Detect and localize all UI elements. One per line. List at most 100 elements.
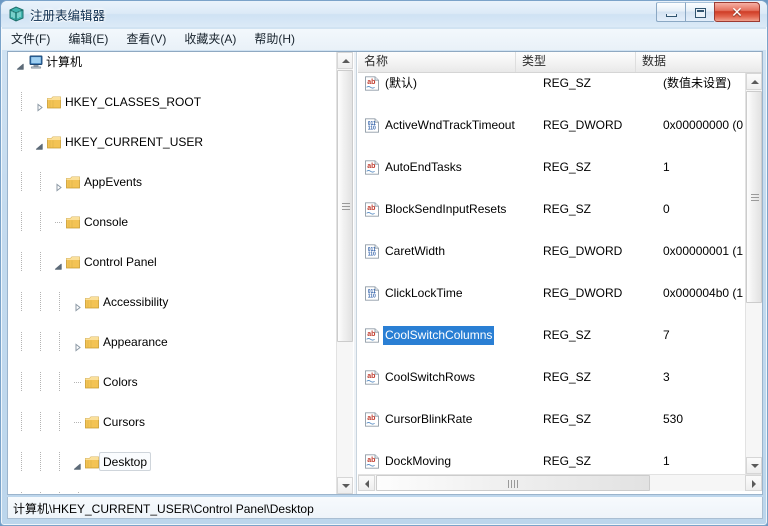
tree-node-360desktoplite[interactable]: 360DesktopLite	[8, 492, 336, 494]
tree-node-hkey-classes-root[interactable]: HKEY_CLASSES_ROOT	[8, 92, 336, 112]
tree-guide-line	[40, 292, 41, 312]
menu-item-favorites[interactable]: 收藏夹(A)	[175, 29, 245, 50]
tree-guide-line	[21, 412, 22, 432]
grip-line	[342, 209, 350, 210]
table-row[interactable]: abBlockSendInputResetsREG_SZ0	[358, 199, 746, 220]
tree-collapse-toggle[interactable]	[16, 58, 25, 67]
column-header-name[interactable]: 名称	[358, 52, 516, 72]
grip-line	[342, 203, 350, 204]
list-scroll-down-button[interactable]	[746, 457, 762, 474]
value-data-cell: 0	[663, 199, 670, 220]
tree-node-control-panel[interactable]: Control Panel	[8, 252, 336, 272]
tree-expand-toggle[interactable]	[35, 98, 44, 107]
tree-collapse-toggle[interactable]	[54, 258, 63, 267]
value-data-cell: 0x00000000 (0	[663, 115, 743, 136]
tree-node-cursors[interactable]: Cursors	[8, 412, 336, 432]
tree-guide-line	[40, 332, 41, 352]
table-row[interactable]: abCursorBlinkRateREG_SZ530	[358, 409, 746, 430]
grip-line	[751, 194, 759, 195]
tree-node-label: HKEY_CURRENT_USER	[65, 132, 203, 152]
column-header-type[interactable]: 类型	[516, 52, 636, 72]
menu-item-view[interactable]: 查看(V)	[117, 29, 175, 50]
tree-collapse-toggle[interactable]	[35, 138, 44, 147]
tree-node-colors[interactable]: Colors	[8, 372, 336, 392]
string-value-icon: ab	[364, 160, 380, 175]
tree-expand-toggle[interactable]	[73, 338, 82, 347]
table-row[interactable]: abAutoEndTasksREG_SZ1	[358, 157, 746, 178]
table-row[interactable]: 011110CaretWidthREG_DWORD0x00000001 (1	[358, 241, 746, 262]
table-row[interactable]: abCoolSwitchRowsREG_SZ3	[358, 367, 746, 388]
list-scroll-right-button[interactable]	[745, 475, 762, 491]
grip-line	[751, 197, 759, 198]
tree-guide-line	[40, 412, 41, 432]
svg-text:ab: ab	[367, 205, 375, 212]
list-scroll-up-button[interactable]	[746, 73, 762, 90]
table-row[interactable]: ab(默认)REG_SZ(数值未设置)	[358, 73, 746, 94]
chevron-down-icon	[16, 63, 25, 72]
chevron-left-icon	[365, 480, 369, 488]
chevron-up-icon	[751, 80, 759, 84]
list-horizontal-scrollbar[interactable]	[358, 474, 762, 491]
string-value-icon: ab	[364, 328, 380, 343]
registry-editor-window: 注册表编辑器 ✕ 文件(F) 编辑(E) 查看(V) 收藏夹(A) 帮助(H) …	[0, 0, 768, 526]
menu-item-help[interactable]: 帮助(H)	[245, 29, 304, 50]
table-row[interactable]: abCoolSwitchColumnsREG_SZ7	[358, 325, 746, 346]
tree-collapse-toggle[interactable]	[73, 458, 82, 467]
svg-text:ab: ab	[367, 373, 375, 380]
tree-node-console[interactable]: Console	[8, 212, 336, 232]
table-row[interactable]: 011110ClickLockTimeREG_DWORD0x000004b0 (…	[358, 283, 746, 304]
menu-item-file[interactable]: 文件(F)	[2, 29, 59, 50]
table-row[interactable]: abDockMovingREG_SZ1	[358, 451, 746, 472]
tree-guide-line	[59, 452, 60, 472]
tree-vertical-scrollbar[interactable]	[336, 52, 353, 494]
tree-guide-stub	[74, 422, 81, 423]
folder-icon	[85, 455, 99, 468]
tree-node-hkey-current-user[interactable]: HKEY_CURRENT_USER	[8, 132, 336, 152]
chevron-down-icon	[751, 464, 759, 468]
value-type-cell: REG_DWORD	[543, 115, 622, 136]
pane-splitter[interactable]	[353, 52, 357, 494]
svg-text:110: 110	[368, 126, 376, 132]
registry-tree-pane[interactable]: 计算机 HKEY_CLASSES_ROOT HKEY_CURRENT_USER App…	[8, 52, 353, 494]
tree-scrollbar-thumb[interactable]	[337, 70, 353, 342]
tree-guide-line	[21, 92, 22, 112]
minimize-button[interactable]	[656, 2, 685, 22]
folder-icon	[47, 135, 61, 148]
tree-node-label: 360DesktopLite	[122, 492, 205, 494]
list-hscrollbar-thumb[interactable]	[376, 475, 650, 491]
tree-scroll-up-button[interactable]	[337, 52, 353, 69]
table-row[interactable]: 011110ActiveWndTrackTimeoutREG_DWORD0x00…	[358, 115, 746, 136]
tree-guide-line	[40, 212, 41, 232]
chevron-down-icon	[342, 484, 350, 488]
tree-expand-toggle[interactable]	[54, 178, 63, 187]
folder-icon	[85, 295, 99, 308]
list-scroll-left-button[interactable]	[358, 475, 375, 491]
grip-line	[514, 480, 515, 488]
tree-guide-line	[78, 492, 79, 494]
tree-node-desktop[interactable]: Desktop	[8, 452, 336, 472]
title-bar[interactable]: 注册表编辑器 ✕	[1, 1, 767, 27]
value-name-cell: AutoEndTasks	[385, 157, 462, 178]
tree-node-appearance[interactable]: Appearance	[8, 332, 336, 352]
menu-item-edit[interactable]: 编辑(E)	[59, 29, 117, 50]
svg-text:110: 110	[368, 294, 376, 300]
column-header-data[interactable]: 数据	[636, 52, 762, 72]
grip-line	[511, 480, 512, 488]
tree-guide-line	[59, 332, 60, 352]
list-vertical-scrollbar[interactable]	[745, 73, 762, 474]
tree-guide-line	[59, 492, 60, 494]
tree-node--[interactable]: 计算机	[8, 52, 336, 72]
close-button[interactable]: ✕	[714, 2, 760, 22]
tree-expand-toggle[interactable]	[73, 298, 82, 307]
svg-text:ab: ab	[367, 163, 375, 170]
svg-text:ab: ab	[367, 79, 375, 86]
maximize-restore-button[interactable]	[685, 2, 714, 22]
tree-node-appevents[interactable]: AppEvents	[8, 172, 336, 192]
tree-node-accessibility[interactable]: Accessibility	[8, 292, 336, 312]
folder-icon	[66, 215, 80, 228]
value-data-cell: 530	[663, 409, 683, 430]
tree-scroll-down-button[interactable]	[337, 477, 353, 494]
value-type-cell: REG_SZ	[543, 199, 591, 220]
list-scrollbar-thumb[interactable]	[746, 91, 762, 303]
registry-values-pane[interactable]: 名称 类型 数据 ab(默认)REG_SZ(数值未设置) 011110Active…	[358, 52, 762, 494]
